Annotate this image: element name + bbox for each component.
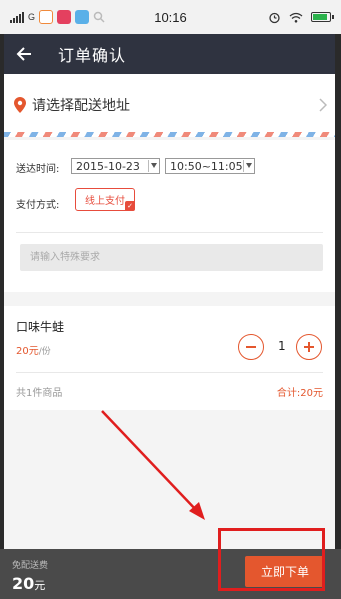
total-amount: 20	[12, 574, 35, 593]
select-divider	[148, 160, 149, 172]
item-price: 20元/份	[16, 342, 51, 357]
quantity-value: 1	[278, 339, 286, 353]
plus-icon	[304, 342, 314, 352]
wifi-icon	[289, 12, 303, 23]
payment-method-label: 支付方式:	[16, 200, 60, 211]
select-divider	[243, 160, 244, 172]
status-bar: G 10:16	[0, 0, 341, 34]
signal-icon	[10, 11, 24, 23]
airmail-border	[4, 132, 335, 137]
chevron-right-icon	[319, 98, 327, 112]
remark-section	[4, 234, 335, 292]
item-divider	[16, 372, 323, 373]
delivery-date-value: 2015-10-23	[76, 159, 140, 173]
status-left: G	[10, 10, 105, 24]
clock: 10:16	[154, 9, 187, 25]
total-price: 20元	[12, 574, 45, 593]
payment-method-value: 线上支付	[85, 196, 125, 207]
item-price-value: 20元	[16, 346, 39, 357]
search-icon	[93, 11, 105, 23]
page-title: 订单确认	[58, 46, 127, 65]
delivery-time-label: 送达时间:	[16, 164, 60, 175]
special-request-input[interactable]	[20, 244, 323, 271]
app-header: 订单确认	[4, 34, 335, 74]
weibo-notification-icon	[39, 10, 54, 24]
bilibili-notification-icon	[57, 10, 72, 24]
alarm-icon	[269, 12, 280, 23]
battery-icon	[311, 12, 334, 22]
check-icon: ✓	[125, 201, 135, 211]
dropdown-arrow-icon	[151, 163, 157, 168]
message-notification-icon	[75, 10, 90, 24]
item-total-summary: 合计:20元	[276, 388, 323, 399]
item-price-unit: /份	[38, 347, 51, 357]
delivery-fee-label: 免配送费	[12, 561, 49, 571]
delivery-time-select[interactable]: 10:50~11:05	[165, 158, 255, 174]
order-item-card: 口味牛蛙 20元/份 1 共1件商品 合计:20元	[4, 306, 335, 410]
delivery-date-select[interactable]: 2015-10-23	[71, 158, 160, 174]
increase-quantity-button[interactable]	[296, 334, 322, 360]
address-prompt: 请选择配送地址	[32, 98, 130, 114]
item-count-summary: 共1件商品	[16, 388, 63, 399]
total-currency: 元	[34, 579, 46, 592]
network-type: G	[28, 12, 36, 22]
location-pin-icon	[14, 97, 26, 113]
minus-icon	[246, 346, 256, 348]
payment-online-chip[interactable]: 线上支付 ✓	[75, 188, 135, 211]
decrease-quantity-button[interactable]	[238, 334, 264, 360]
delivery-time-value: 10:50~11:05	[170, 159, 243, 173]
order-content: 请选择配送地址 送达时间: 2015-10-23 10:50~11:05 支付方…	[4, 74, 335, 549]
back-arrow-icon	[16, 47, 31, 61]
status-right	[268, 11, 334, 24]
dropdown-arrow-icon	[246, 163, 252, 168]
section-divider	[16, 232, 323, 233]
item-name: 口味牛蛙	[16, 320, 65, 334]
back-button[interactable]	[4, 34, 44, 74]
annotation-highlight-box	[218, 528, 325, 591]
address-selector[interactable]: 请选择配送地址	[4, 74, 335, 136]
